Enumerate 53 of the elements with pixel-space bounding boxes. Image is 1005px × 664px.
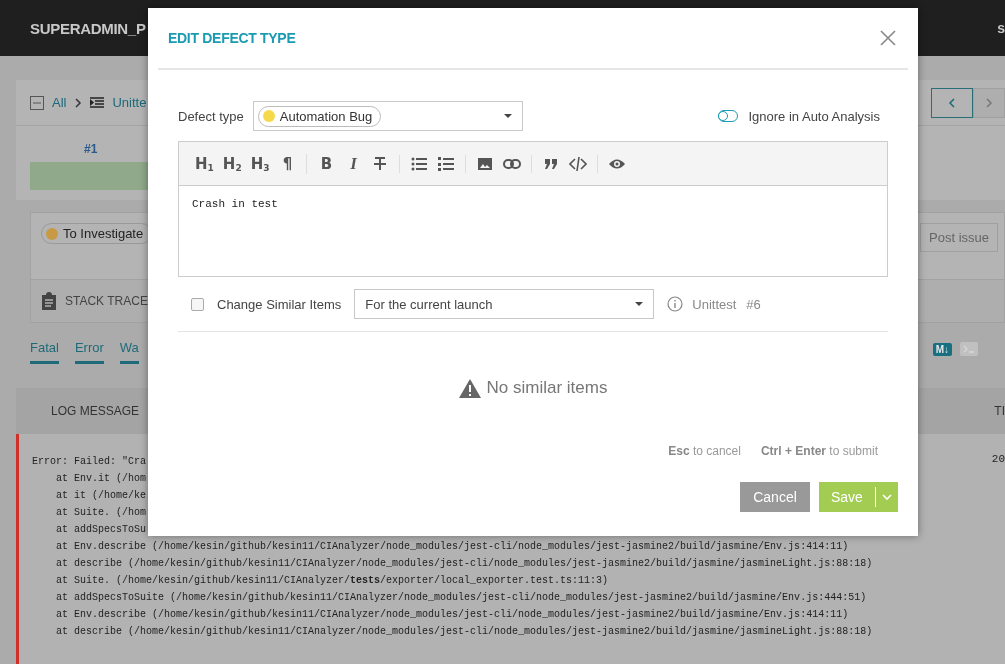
chevron-left-icon (948, 97, 956, 108)
launch-number: #6 (746, 296, 761, 312)
history-label: #1 (84, 142, 99, 156)
log-line: at Env.describe (/home/kesin/github/kesin11/CIAnalyzer/node_modules/jest-cli/node_modules/jest-jasmine2/build/jasmine/Env.js:414:11) (55, 608, 849, 622)
toggle-label: Ignore in Auto Analysis (748, 108, 880, 124)
numbered-list-icon[interactable] (437, 154, 456, 173)
log-line: at Suite. (/hom (55, 506, 147, 520)
heading-tool[interactable]: H$_{3}$ (250, 154, 270, 173)
chevron-right-icon (985, 97, 993, 108)
log-line: at describe (/home/kesin/github/kesin11/CIAnalyzer/node_modules/jest-cli/node_modules/jest-jasmine2/build/jasmine/jasmineLight.js:88:18) (55, 557, 873, 571)
field-label: Defect type (178, 108, 244, 124)
scope-select[interactable]: For the current launch (354, 289, 655, 319)
heading-tool[interactable]: H$_{1}$ (195, 154, 214, 173)
log-line: at addSpecsToSu (55, 523, 147, 537)
log-line: at Suite. (/home/kesin/github/kesin11/CIAnalyzer/tests/exporter/local_exporter.test.ts:11:3) (55, 574, 609, 588)
checkbox-label: Change Similar Items (217, 296, 342, 312)
chevron-down-icon (881, 494, 892, 500)
empty-message: No similar items (486, 378, 608, 398)
defect-type-select[interactable]: Automation Bug (252, 101, 523, 131)
checkbox[interactable] (191, 297, 204, 311)
heading-tool[interactable]: H$_{2}$ (222, 154, 242, 173)
launch-name: Unittest (692, 296, 737, 312)
project-title: SUPERADMIN_P (30, 19, 146, 37)
log-line: at describe (/home/kesin/github/kesin11/CIAnalyzer/node_modules/jest-cli/node_modules/jest-jasmine2/build/jasmine/jasmineLight.js:88:18) (55, 625, 873, 639)
log-line: at Env.describe (/home/kesin/github/kesin11/CIAnalyzer/node_modules/jest-cli/node_modules/jest-jasmine2/build/jasmine/Env.js:414:11) (55, 540, 849, 554)
clipboard-icon (41, 292, 57, 310)
list-icon (90, 96, 105, 109)
column-header: LOG MESSAGE (51, 404, 140, 418)
info-icon (667, 296, 684, 312)
paragraph-tool[interactable]: ¶ (278, 154, 297, 173)
shortcut-hint: Ctrl + Enter to submit (760, 444, 878, 458)
warning-icon (458, 378, 481, 398)
log-line: at it (/home/ke (55, 489, 147, 503)
italic-tool[interactable]: I (344, 153, 363, 174)
bold-tool[interactable]: B (317, 154, 336, 173)
markdown-toggle[interactable]: M↓ (932, 342, 952, 356)
column-header: TI (994, 404, 1005, 418)
caret-icon (503, 114, 512, 118)
comment-editor[interactable]: Crash in test (179, 186, 887, 276)
previous-button[interactable] (931, 87, 973, 118)
user-menu[interactable]: s (997, 20, 1005, 36)
chevron-right-icon (74, 97, 83, 108)
section-title: STACK TRACE (65, 294, 148, 308)
dialog-title: EDIT DEFECT TYPE (168, 30, 296, 46)
shortcut-hint: Esc to cancel (668, 444, 741, 458)
log-line: at addSpecsToSuite (/home/kesin/github/kesin11/CIAnalyzer/node_modules/jest-cli/node_modules/jest-jasmine2/build/jasmine/Env.js:444:51) (55, 591, 867, 605)
code-icon[interactable] (569, 154, 588, 173)
caret-icon (635, 302, 644, 306)
log-line: at Env.it (/hom (55, 472, 147, 486)
collapse-icon[interactable] (30, 95, 44, 110)
close-icon[interactable] (880, 30, 896, 46)
log-line: Error: Failed: "Cra (32, 455, 147, 469)
log-time: 20 (991, 453, 1005, 467)
